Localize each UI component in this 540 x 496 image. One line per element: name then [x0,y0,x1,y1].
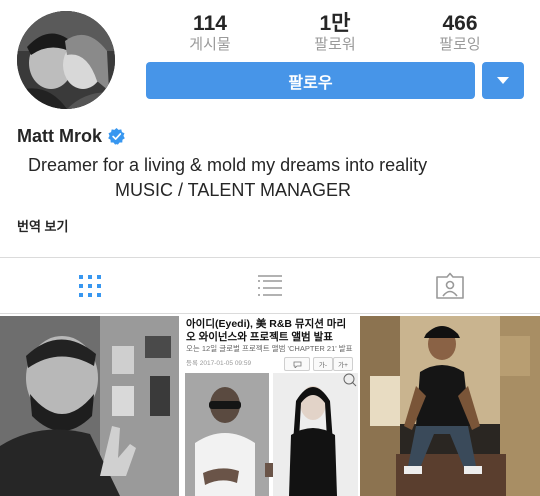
bio-line-1: Dreamer for a living & mold my dreams in… [28,155,428,175]
grid-icon [79,275,101,297]
following-label: 팔로잉 [439,36,481,53]
news-font-smaller: 가- [313,357,333,371]
suggested-dropdown-button[interactable] [482,62,524,99]
followers-count: 1만 [319,12,351,35]
news-font-larger: 가+ [333,357,353,371]
news-headline: 아이디(Eyedi), 美 R&B 뮤지션 마리오 와이넌스와 프로젝트 앨범 … [186,318,347,343]
tab-list-view[interactable] [250,266,290,306]
profile-avatar[interactable] [17,11,115,109]
tab-tagged-view[interactable] [430,266,470,306]
following-count: 466 [442,12,478,35]
tab-grid-view[interactable] [70,266,110,306]
posts-count: 114 [193,12,227,35]
followers-stat[interactable]: 1만 팔로워 [275,13,395,54]
grid-post-2[interactable]: 아이디(Eyedi), 美 R&B 뮤지션 마리오 와이넌스와 프로젝트 앨범 … [181,316,358,496]
followers-label: 팔로워 [314,36,356,53]
list-icon [258,275,282,296]
posts-stat: 114 게시물 [150,13,270,54]
triangle-down-icon [497,76,509,84]
grid-post-1[interactable] [0,316,179,496]
tagged-person-icon [436,272,464,299]
posts-label: 게시물 [189,36,231,53]
grid-post-3[interactable] [360,316,540,496]
tabs-bottom-divider [0,313,540,314]
profile-name: Matt Mrok [17,126,102,146]
avatar-photo [17,11,115,109]
bio-line-2: MUSIC / TALENT MANAGER [115,180,352,200]
news-comment-icon [284,357,310,371]
follow-button[interactable]: 팔로우 [146,62,475,99]
see-translation-link[interactable]: 번역 보기 [17,216,68,235]
news-subline: 오는 12일 글로벌 프로젝트 앨범 'CHAPTER 21' 발표 [186,344,353,353]
verified-badge-icon [108,128,125,145]
news-photo [185,373,358,496]
post-photo-1 [0,316,179,496]
profile-name-row: Matt Mrok [17,126,125,147]
tabs-top-divider [0,257,540,258]
following-stat[interactable]: 466 팔로잉 [400,13,520,54]
post-photo-3 [360,316,540,496]
